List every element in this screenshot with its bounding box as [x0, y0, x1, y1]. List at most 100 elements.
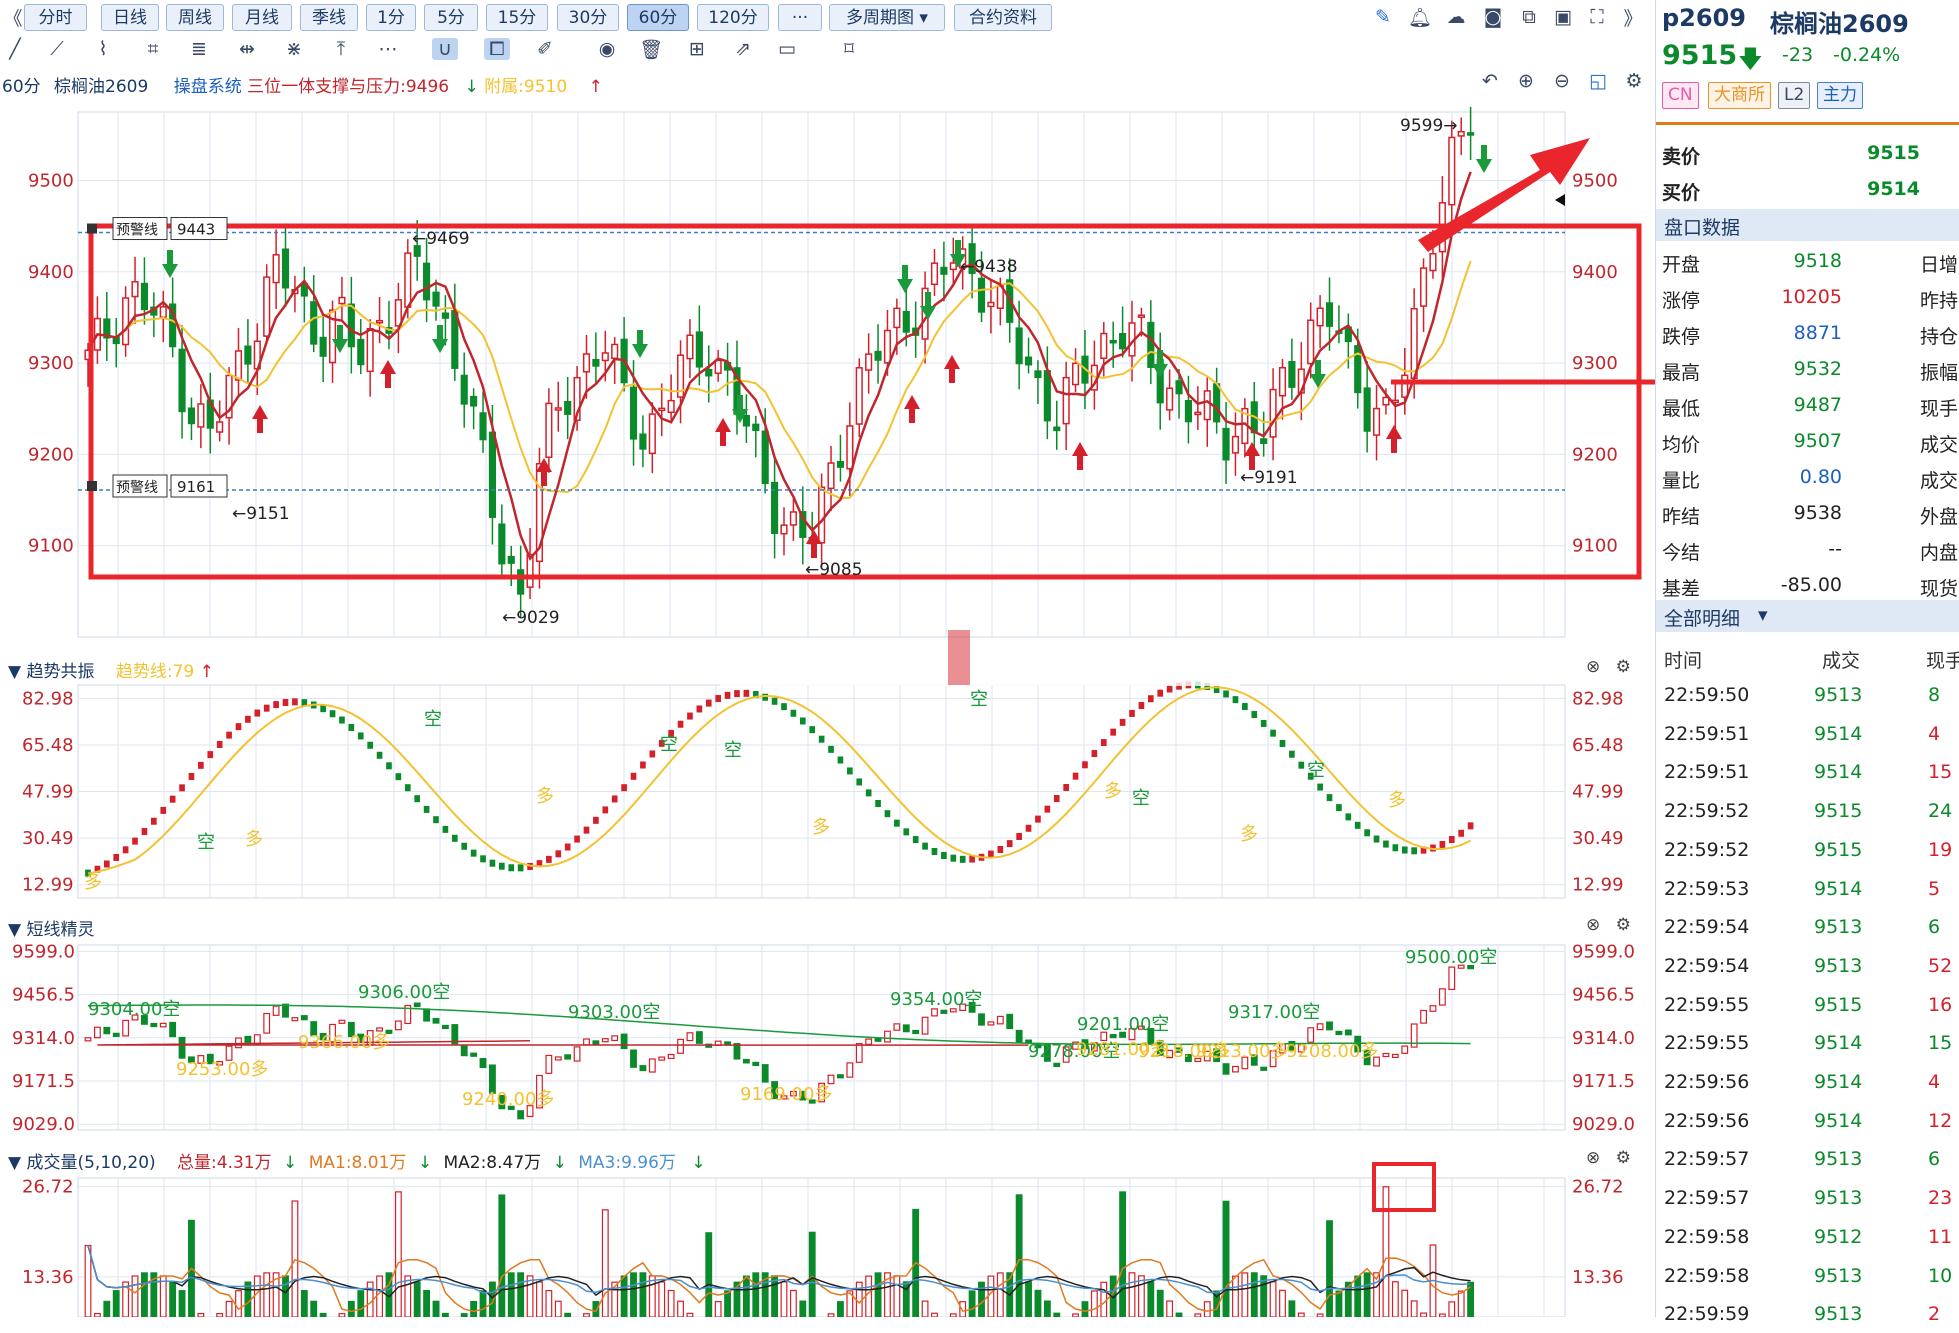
kong-mark: 空: [1307, 760, 1325, 781]
short-candle: [338, 1019, 346, 1024]
pane-settings-icon[interactable]: ⚙: [1616, 657, 1631, 677]
candle-body: [827, 462, 835, 490]
y-tick-label-left: 82.98: [22, 688, 74, 709]
pane-settings-icon[interactable]: ⚙: [1616, 915, 1631, 935]
collapse-pane-icon[interactable]: ▼: [8, 1153, 21, 1173]
quote-row-label: 开盘: [1662, 254, 1701, 276]
volume-pane-header: ▼ 成交量(5,10,20) 总量:4.31万 ↓ MA1:8.01万 ↓ MA…: [8, 1148, 706, 1173]
market-data-header[interactable]: 盘口数据: [1656, 209, 1959, 241]
short-candle: [658, 1056, 666, 1061]
y-tick-label-right: 9029.0: [1572, 1114, 1635, 1135]
pane-settings-icon[interactable]: ⚙: [1616, 1148, 1631, 1168]
volume-pane-title[interactable]: 成交量(5,10,20): [26, 1153, 155, 1173]
trend-bar: [367, 741, 373, 749]
short-pane-title[interactable]: 短线精灵: [26, 920, 94, 940]
badge-main: 主力: [1817, 82, 1863, 109]
candle-body: [432, 291, 440, 307]
buy-signal-arrow: [904, 395, 920, 423]
trend-bar: [1119, 718, 1126, 726]
quote-row-label: 涨停: [1662, 290, 1701, 312]
trend-bar: [1223, 690, 1229, 698]
volume-bar: [968, 1290, 976, 1317]
trend-bar: [1006, 840, 1013, 848]
volume-bar: [1053, 1312, 1061, 1317]
price-annotation: ←9469: [412, 229, 470, 249]
candle-body: [874, 350, 882, 361]
candle-body: [263, 276, 271, 337]
collapse-pane-icon[interactable]: ▼: [8, 662, 21, 682]
trade-volume: 16: [1928, 993, 1953, 1016]
short-candle: [432, 1017, 440, 1024]
buy-signal-arrow: [715, 418, 731, 446]
collapse-pane-icon[interactable]: ▼: [8, 920, 21, 940]
y-tick-label-right: 9100: [1572, 536, 1618, 557]
price-annotation: 9599→: [1400, 116, 1458, 136]
trend-bar: [480, 855, 486, 863]
trend-bar: [847, 767, 853, 775]
candle-body: [883, 329, 892, 364]
trend-bar: [1063, 783, 1069, 791]
trade-time: 22:59:51: [1664, 722, 1750, 745]
short-candle: [1260, 1066, 1268, 1071]
y-tick-label-left: 9400: [28, 262, 74, 283]
quote-row-label2: 持仓: [1920, 326, 1959, 348]
trade-price: 9513: [1814, 916, 1863, 939]
short-candle: [667, 1053, 675, 1059]
candle-body: [1062, 376, 1070, 425]
kong-mark: 空: [1132, 788, 1150, 809]
volume-bar: [526, 1275, 534, 1317]
duo-mark: 多: [84, 872, 102, 893]
range-box: [88, 223, 1642, 580]
quote-row-label2: 振幅: [1920, 362, 1959, 384]
trend-bar: [875, 800, 881, 808]
volume-bar: [470, 1300, 478, 1317]
duo-mark: 多: [1104, 781, 1122, 802]
arrow-down-icon: ↓: [417, 1153, 433, 1173]
trade-volume: 15: [1928, 1032, 1953, 1055]
trend-pane-title[interactable]: 趋势共振: [26, 662, 94, 682]
short-candle: [752, 1061, 760, 1067]
candle-body: [122, 297, 130, 346]
trend-bar: [282, 699, 289, 707]
trade-time: 22:59:57: [1664, 1187, 1750, 1210]
signal-label: 9240.00多: [462, 1089, 554, 1110]
trend-bar: [1401, 846, 1408, 854]
short-candle: [272, 1005, 280, 1016]
detail-header[interactable]: 全部明细 ▾: [1656, 600, 1959, 632]
trade-volume: 11: [1928, 1225, 1953, 1248]
quote-row-value: 9487: [1793, 394, 1842, 416]
trend-bar: [1364, 829, 1370, 837]
trend-bar: [1100, 739, 1107, 747]
short-candle: [733, 1043, 741, 1060]
volume-bar: [1034, 1289, 1042, 1317]
trend-bar: [386, 762, 392, 770]
short-candle: [1109, 1034, 1117, 1039]
y-tick-label-left: 9599.0: [12, 941, 75, 962]
short-candle: [1448, 966, 1456, 991]
short-candle: [376, 1027, 383, 1032]
y-tick-label-left: 9100: [28, 536, 74, 557]
close-pane-icon[interactable]: ⊗: [1586, 657, 1600, 677]
candle-body: [893, 307, 901, 329]
trend-bar: [404, 784, 411, 792]
short-candle: [912, 1029, 920, 1035]
volume-bar: [394, 1191, 402, 1317]
signal-label: 9169.00多: [740, 1084, 832, 1105]
signal-label: 9366.00多: [298, 1032, 390, 1053]
warn-value-text: 9443: [177, 221, 215, 239]
signal-label: 9304.00空: [88, 999, 180, 1020]
buy-signal-arrow: [1072, 442, 1088, 470]
candle-body: [592, 358, 600, 367]
close-pane-icon[interactable]: ⊗: [1586, 915, 1600, 935]
trend-bar: [1157, 689, 1164, 697]
blur-overlay: [720, 640, 1240, 686]
candle-body: [1401, 374, 1409, 398]
kong-mark: 空: [660, 734, 678, 755]
candle-body: [1109, 339, 1117, 344]
trend-bar: [245, 715, 251, 723]
trade-price: 9514: [1814, 761, 1863, 784]
volume-bar: [1269, 1281, 1277, 1317]
close-pane-icon[interactable]: ⊗: [1586, 1148, 1600, 1168]
chart-canvas[interactable]: 多多多多多多多空空空 空空空空 9304.00空9306.00空9303.00空9…: [0, 0, 1655, 1317]
y-tick-label-left: 9500: [28, 170, 74, 191]
